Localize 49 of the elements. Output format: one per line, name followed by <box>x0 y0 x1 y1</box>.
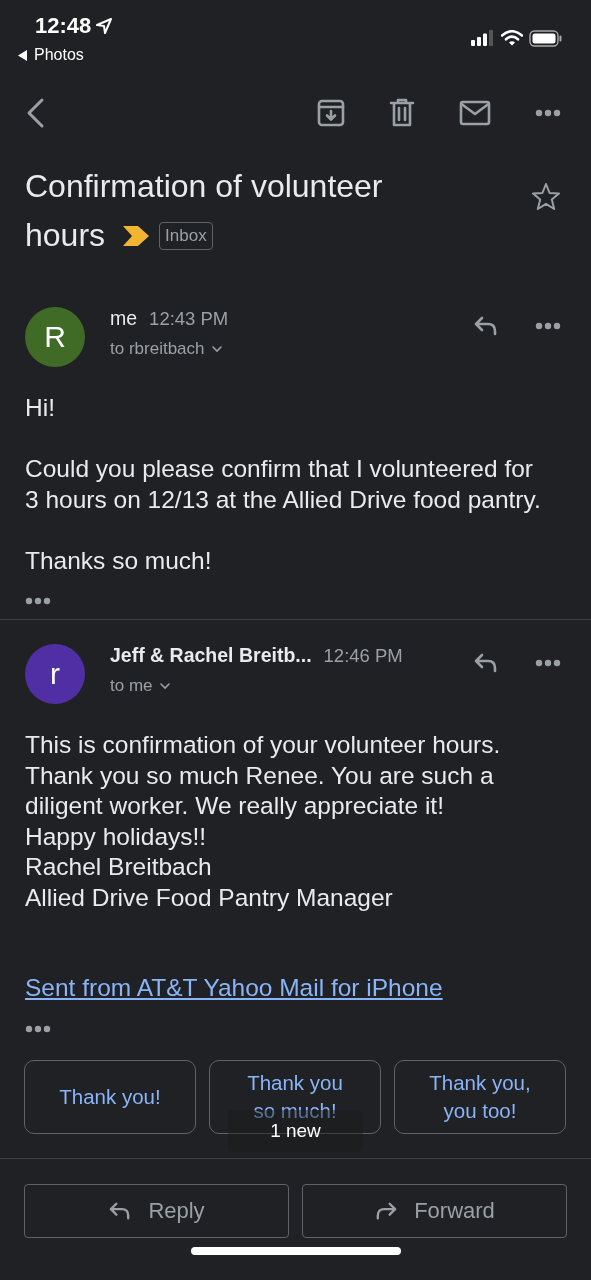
body-text: 3 hours on 12/13 at the Allied Drive food pantry. <box>25 484 542 515</box>
forward-button[interactable]: Forward <box>302 1183 567 1238</box>
body-text: Hi! <box>25 393 56 423</box>
chevron-down-icon <box>158 682 171 690</box>
body-text: Rachel Breitbach <box>25 852 213 882</box>
body-text: diligent worker. We really appreciate it! <box>25 791 445 821</box>
back-to-app-link[interactable]: Photos <box>18 46 84 64</box>
show-trimmed-icon[interactable] <box>25 1024 51 1033</box>
signature-link[interactable]: Sent from AT&T Yahoo Mail for iPhone <box>25 974 443 1001</box>
body-text: Happy holidays!! <box>25 821 208 852</box>
avatar: r <box>25 644 85 704</box>
more-icon[interactable] <box>535 659 561 667</box>
star-icon[interactable] <box>531 182 561 212</box>
trash-icon[interactable] <box>389 98 415 128</box>
reply-icon[interactable] <box>473 652 499 674</box>
importance-marker-icon[interactable] <box>123 225 150 246</box>
chevron-down-icon <box>210 345 223 353</box>
email-subject: Confirmation of volunteer <box>25 167 383 206</box>
archive-icon[interactable] <box>317 99 345 127</box>
recipient-toggle[interactable]: to me <box>110 676 171 696</box>
forward-icon <box>374 1200 399 1221</box>
body-text: Could you please confirm that I volunteered for <box>25 454 534 484</box>
more-icon[interactable] <box>535 109 561 117</box>
back-triangle-icon <box>18 49 28 61</box>
home-indicator[interactable] <box>190 1246 401 1255</box>
wifi-icon <box>501 30 523 46</box>
battery-icon <box>529 29 563 47</box>
mail-icon[interactable] <box>459 100 491 126</box>
body-text: Thank you so much Renee. You are such a <box>25 760 495 791</box>
sender-name: Jeff & Rachel Breitb... <box>110 644 312 667</box>
status-time: 12:48 <box>35 13 92 39</box>
reply-icon[interactable] <box>473 315 499 337</box>
inbox-label[interactable]: Inbox <box>159 221 213 250</box>
recipient-toggle[interactable]: to rbreitbach <box>110 339 223 359</box>
reply-button[interactable]: Reply <box>24 1183 289 1238</box>
sender-name: me <box>110 307 138 330</box>
message-time: 12:43 PM <box>149 308 229 330</box>
location-arrow-icon <box>95 17 114 35</box>
body-text: Allied Drive Food Pantry Manager <box>25 882 394 913</box>
smart-reply-button[interactable]: Thank you! <box>24 1059 196 1134</box>
avatar: R <box>25 307 85 367</box>
more-icon[interactable] <box>535 322 561 330</box>
show-trimmed-icon[interactable] <box>25 597 51 605</box>
body-text: Thanks so much! <box>25 545 213 576</box>
email-subject: hours <box>25 216 106 255</box>
message-time: 12:46 PM <box>323 645 403 667</box>
body-text: This is confirmation of your volunteer hours. <box>25 730 502 760</box>
signal-icon <box>471 30 495 46</box>
smart-reply-button[interactable]: Thank you, you too! <box>394 1059 566 1134</box>
